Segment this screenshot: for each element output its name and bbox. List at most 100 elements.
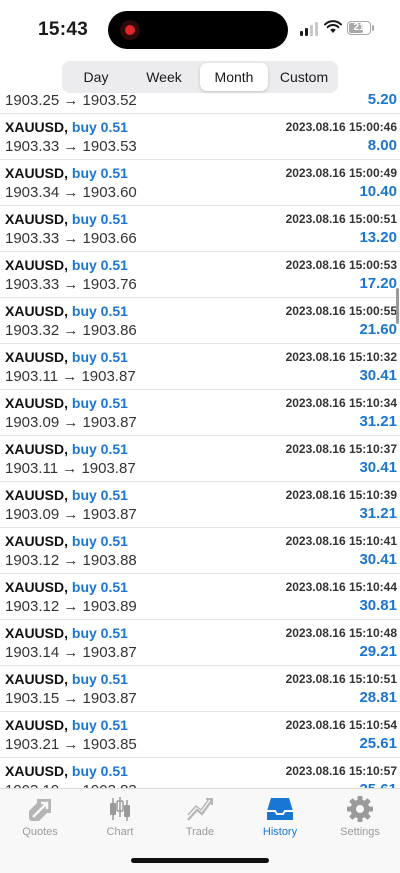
trade-profit: 29.21 [359,643,397,660]
trade-title: XAUUSD, buy 0.51 [5,349,128,365]
trade-title: XAUUSD, buy 0.51 [5,257,128,273]
trade-title: XAUUSD, buy 0.51 [5,763,128,779]
trade-datetime: 2023.08.16 15:10:54 [285,718,397,732]
settings-icon [347,796,373,822]
tab-history-label: History [262,826,298,838]
trade-row[interactable]: XAUUSD, buy 0.51 2023.08.16 15:10:34 1903.… [0,390,400,436]
trade-title: XAUUSD, buy 0.51 [5,625,128,641]
dynamic-island [108,11,288,49]
trade-side: buy 0.51 [71,165,128,181]
trade-prices: 1903.11 → 1903.87 [5,368,136,385]
trade-prices: 1903.15 → 1903.87 [5,690,137,707]
tab-trade-label: Trade [185,826,215,838]
trade-datetime: 2023.08.16 15:10:44 [285,580,397,594]
trade-row[interactable]: XAUUSD, buy 0.51 2023.08.16 15:00:53 1903.… [0,252,400,298]
tab-month[interactable]: Month [200,63,268,91]
tab-trade[interactable]: Trade [160,795,240,838]
trade-row[interactable]: XAUUSD, buy 0.51 2023.08.16 15:10:54 1903.… [0,712,400,758]
screen-record-icon [120,20,140,40]
trade-profit: 30.81 [359,597,397,614]
trade-row[interactable]: XAUUSD, buy 0.51 2023.08.16 15:00:49 1903.… [0,160,400,206]
tab-quotes-label: Quotes [22,826,58,838]
trade-datetime: 2023.08.16 15:10:51 [285,672,397,686]
history-icon [267,798,293,820]
trade-datetime: 2023.08.16 15:00:55 [285,304,397,318]
trade-title: XAUUSD, buy 0.51 [5,441,128,457]
trade-profit: 21.60 [359,321,397,338]
trade-title: XAUUSD, buy 0.51 [5,119,128,135]
battery-level: 21 [353,22,365,33]
cellular-signal-icon [300,22,320,36]
trade-title: XAUUSD, buy 0.51 [5,671,128,687]
trade-side: buy 0.51 [71,349,128,365]
trade-symbol: XAUUSD, [5,441,69,457]
trade-prices: 1903.33 → 1903.53 [5,138,137,155]
trade-datetime: 2023.08.16 15:10:37 [285,442,397,456]
wifi-icon [324,20,342,33]
trade-profit: 31.21 [359,413,397,430]
status-time: 15:43 [38,19,89,40]
trade-side: buy 0.51 [71,717,128,733]
scroll-indicator[interactable] [396,288,399,324]
trade-symbol: XAUUSD, [5,717,69,733]
trade-datetime: 2023.08.16 15:10:41 [285,534,397,548]
trade-symbol: XAUUSD, [5,487,69,503]
trade-prices: 1903.12 → 1903.88 [5,552,137,569]
trade-history-content: 1903.25 → 1903.52 5.20 XAUUSD, buy 0.51 2… [0,90,400,788]
trade-datetime: 2023.08.16 15:10:57 [285,764,397,778]
trade-prices: 1903.09 → 1903.87 [5,506,137,523]
trade-row[interactable]: XAUUSD, buy 0.51 2023.08.16 15:10:32 1903.… [0,344,400,390]
trade-datetime: 2023.08.16 15:00:53 [285,258,397,272]
trade-profit: 13.20 [359,229,397,246]
trade-row[interactable]: XAUUSD, buy 0.51 2023.08.16 15:00:51 1903.… [0,206,400,252]
trade-row-partial[interactable]: 1903.25 → 1903.52 5.20 [0,90,400,114]
trade-profit: 8.00 [367,137,397,154]
trade-symbol: XAUUSD, [5,211,69,227]
quotes-icon [29,799,51,821]
tab-history[interactable]: History [240,795,320,838]
trade-row[interactable]: XAUUSD, buy 0.51 2023.08.16 15:10:39 1903.… [0,482,400,528]
trade-side: buy 0.51 [71,579,128,595]
trade-history-list[interactable]: 1903.25 → 1903.52 5.20 XAUUSD, buy 0.51 2… [0,90,400,788]
tab-chart[interactable]: Chart [80,795,160,838]
home-indicator[interactable] [131,858,269,863]
trade-row[interactable]: XAUUSD, buy 0.51 2023.08.16 15:00:46 1903.… [0,114,400,160]
trade-row[interactable]: XAUUSD, buy 0.51 2023.08.16 15:10:51 1903.… [0,666,400,712]
trade-icon [187,798,213,821]
trade-side: buy 0.51 [71,625,128,641]
trade-side: buy 0.51 [71,533,128,549]
trade-symbol: XAUUSD, [5,395,69,411]
tab-week[interactable]: Week [130,61,198,93]
trade-symbol: XAUUSD, [5,579,69,595]
trade-row[interactable]: XAUUSD, buy 0.51 2023.08.16 15:10:37 1903.… [0,436,400,482]
trade-prices: 1903.14 → 1903.87 [5,644,137,661]
trade-row[interactable]: XAUUSD, buy 0.51 2023.08.16 15:10:48 1903.… [0,620,400,666]
trade-row[interactable]: XAUUSD, buy 0.512023.08.16 15:10:571903.… [0,758,400,788]
trade-prices: 1903.25 → 1903.52 [5,92,137,109]
trade-title: XAUUSD, buy 0.51 [5,533,128,549]
trade-title: XAUUSD, buy 0.51 [5,211,128,227]
trade-row[interactable]: XAUUSD, buy 0.51 2023.08.16 15:10:41 1903.… [0,528,400,574]
trade-row[interactable]: XAUUSD, buy 0.51 2023.08.16 15:10:44 1903.… [0,574,400,620]
trade-symbol: XAUUSD, [5,119,69,135]
trade-symbol: XAUUSD, [5,625,69,641]
trade-title: XAUUSD, buy 0.51 [5,487,128,503]
trade-side: buy 0.51 [71,257,128,273]
trade-side: buy 0.51 [71,119,128,135]
trade-side: buy 0.51 [71,763,128,779]
trade-datetime: 2023.08.16 15:00:49 [285,166,397,180]
tab-custom[interactable]: Custom [270,61,338,93]
period-segmented-control: Day Week Month Custom [62,61,338,93]
trade-profit: 30.41 [359,459,397,476]
trade-profit: 10.40 [359,183,397,200]
trade-row[interactable]: XAUUSD, buy 0.51 2023.08.16 15:00:55 1903.… [0,298,400,344]
trade-prices: 1903.34 → 1903.60 [5,184,137,201]
tab-chart-label: Chart [106,826,134,838]
tab-quotes[interactable]: Quotes [0,795,80,838]
trade-symbol: XAUUSD, [5,349,69,365]
trade-profit: 28.81 [359,689,397,706]
tab-day[interactable]: Day [62,61,130,93]
trade-side: buy 0.51 [71,441,128,457]
trade-datetime: 2023.08.16 15:10:39 [285,488,397,502]
tab-settings[interactable]: Settings [320,795,400,838]
